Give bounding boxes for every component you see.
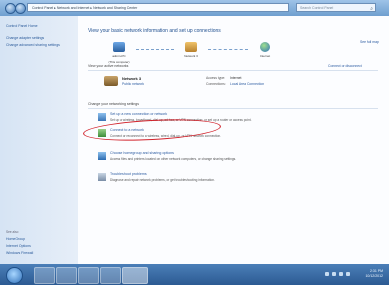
network-name: Network 3 bbox=[122, 76, 142, 81]
connect-disconnect-link[interactable]: Connect or disconnect bbox=[328, 64, 362, 68]
system-tray: 2:31 PM 10/12/2012 bbox=[325, 267, 383, 282]
address-bar[interactable]: Control Panel ▸ Network and Internet ▸ N… bbox=[27, 3, 289, 12]
flag-icon[interactable] bbox=[332, 272, 336, 276]
homegroup-icon bbox=[98, 152, 106, 160]
search-placeholder: Search Control Panel bbox=[300, 6, 334, 10]
taskbar: 2:31 PM 10/12/2012 bbox=[0, 264, 389, 285]
sidebar-link-internet-options[interactable]: Internet Options bbox=[6, 244, 31, 248]
globe-icon bbox=[260, 42, 270, 52]
bench-network-icon bbox=[104, 76, 118, 86]
connections-link[interactable]: Local Area Connection bbox=[230, 82, 264, 86]
title-bar: Control Panel ▸ Network and Internet ▸ N… bbox=[0, 0, 389, 16]
tray-arrow-icon[interactable] bbox=[325, 272, 329, 276]
connection-line bbox=[136, 49, 174, 50]
connection-line bbox=[208, 49, 248, 50]
divider bbox=[88, 70, 378, 71]
internet-node[interactable]: Internet bbox=[248, 42, 282, 58]
forward-button[interactable] bbox=[15, 3, 26, 14]
volume-icon[interactable] bbox=[346, 272, 350, 276]
network-icon bbox=[185, 42, 197, 52]
troubleshoot-icon bbox=[98, 173, 106, 181]
computer-icon bbox=[113, 42, 125, 52]
divider bbox=[88, 108, 378, 109]
sidebar-link-windows-firewall[interactable]: Windows Firewall bbox=[6, 251, 33, 255]
network-type-link[interactable]: Public network bbox=[122, 82, 144, 86]
clock[interactable]: 2:31 PM 10/12/2012 bbox=[365, 269, 383, 279]
taskbar-explorer-button[interactable] bbox=[56, 267, 77, 284]
search-icon[interactable]: ⌕ bbox=[370, 5, 373, 13]
taskbar-ie-button[interactable] bbox=[34, 267, 55, 284]
sidebar: Control Panel Home Change adapter settin… bbox=[0, 16, 78, 264]
sidebar-link-homegroup[interactable]: HomeGroup bbox=[6, 237, 25, 241]
taskbar-control-panel-button[interactable] bbox=[122, 267, 148, 284]
address-text: Control Panel ▸ Network and Internet ▸ N… bbox=[32, 6, 138, 10]
see-full-map-link[interactable]: See full map bbox=[360, 40, 379, 44]
clock-date: 10/12/2012 bbox=[365, 274, 383, 278]
connections-label: Connections: bbox=[206, 82, 226, 86]
page-title: View your basic network information and … bbox=[88, 28, 221, 34]
computer-node[interactable]: admin-PC (This computer) bbox=[102, 42, 136, 64]
network-node[interactable]: Network 3 bbox=[174, 42, 208, 58]
taskbar-app-button[interactable] bbox=[100, 267, 121, 284]
taskbar-media-button[interactable] bbox=[78, 267, 99, 284]
network-tray-icon[interactable] bbox=[339, 272, 343, 276]
network-node-label: Network 3 bbox=[184, 54, 198, 58]
change-settings-header: Change your networking settings bbox=[88, 102, 139, 106]
search-input[interactable]: Search Control Panel ⌕ bbox=[296, 3, 376, 12]
computer-label: admin-PC bbox=[112, 54, 126, 58]
sidebar-link-advanced-sharing[interactable]: Change advanced sharing settings bbox=[6, 43, 72, 48]
main-panel: View your basic network information and … bbox=[78, 16, 389, 264]
start-button[interactable] bbox=[6, 267, 23, 284]
task-troubleshoot-desc: Diagnose and repair network problems, or… bbox=[110, 178, 215, 182]
access-type-value: Internet bbox=[230, 76, 242, 80]
task-setup-connection[interactable]: Set up a new connection or network bbox=[110, 112, 167, 116]
task-homegroup-sharing[interactable]: Choose homegroup and sharing options bbox=[110, 151, 174, 155]
see-also-header: See also bbox=[6, 230, 19, 234]
new-connection-icon bbox=[98, 113, 106, 121]
task-homegroup-sharing-desc: Access files and printers located on oth… bbox=[110, 157, 237, 161]
access-type-label: Access type: bbox=[206, 76, 226, 80]
internet-label: Internet bbox=[259, 54, 271, 58]
sidebar-link-change-adapter-settings[interactable]: Change adapter settings bbox=[6, 36, 44, 40]
active-networks-header: View your active networks bbox=[88, 64, 129, 68]
sidebar-link-control-panel-home[interactable]: Control Panel Home bbox=[6, 24, 38, 28]
task-troubleshoot[interactable]: Troubleshoot problems bbox=[110, 172, 147, 176]
